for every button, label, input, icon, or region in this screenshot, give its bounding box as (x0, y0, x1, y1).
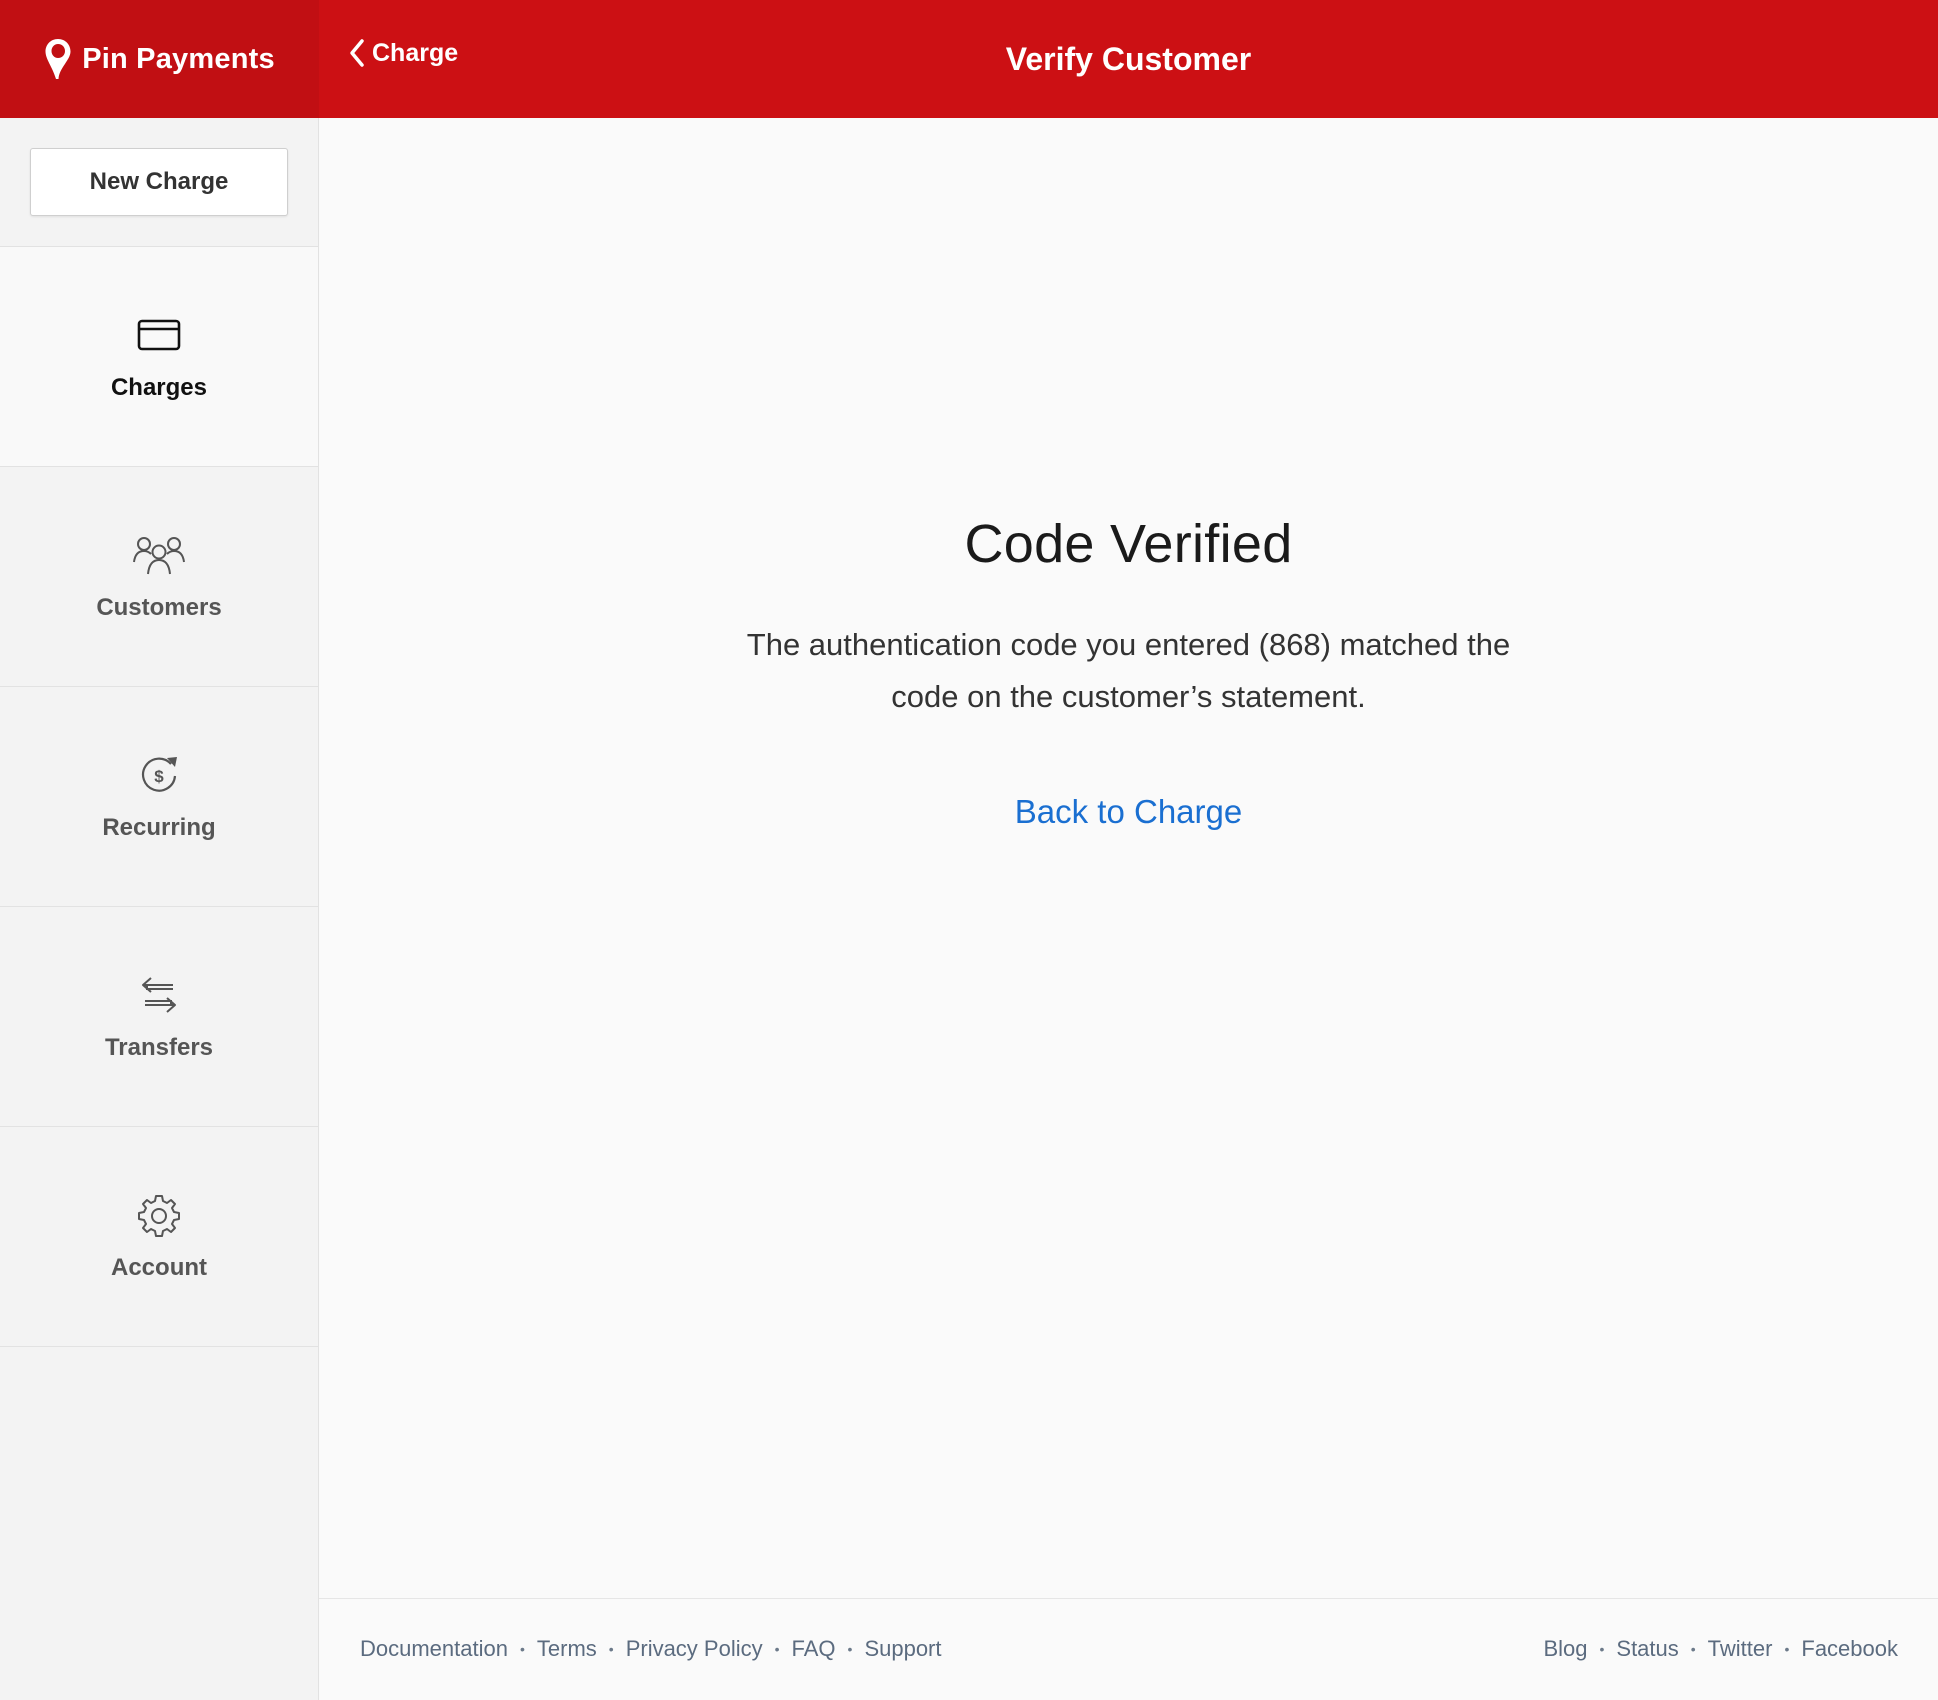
result-heading: Code Verified (964, 514, 1293, 574)
new-charge-button[interactable]: New Charge (30, 148, 288, 216)
back-label: Charge (372, 38, 459, 67)
footer-separator: • (1599, 1641, 1605, 1657)
footer-right-links: Blog • Status • Twitter • Facebook (1543, 1636, 1898, 1662)
pin-logo-icon (45, 39, 71, 79)
result-message: The authentication code you entered (868… (746, 627, 1511, 714)
credit-card-icon (137, 319, 181, 350)
footer-link-status[interactable]: Status (1616, 1636, 1678, 1662)
sidebar: New Charge Charges Customers $ Recurring (0, 118, 319, 1700)
footer-separator: • (847, 1641, 853, 1657)
footer-link-documentation[interactable]: Documentation (360, 1636, 508, 1662)
recurring-dollar-icon: $ (141, 756, 177, 792)
sidebar-item-label: Recurring (102, 813, 216, 841)
sidebar-item-charges[interactable]: Charges (0, 247, 318, 467)
new-charge-container: New Charge (0, 118, 318, 247)
footer-link-privacy-policy[interactable]: Privacy Policy (626, 1636, 763, 1662)
footer: Documentation • Terms • Privacy Policy •… (319, 1598, 1938, 1700)
back-to-charge-link[interactable]: Back to Charge (1015, 793, 1242, 831)
footer-link-twitter[interactable]: Twitter (1708, 1636, 1773, 1662)
brand-name: Pin Payments (82, 42, 275, 75)
footer-link-terms[interactable]: Terms (537, 1636, 597, 1662)
sidebar-item-label: Customers (96, 593, 222, 621)
transfer-arrows-icon (142, 976, 176, 1013)
main-content: Code Verified The authentication code yo… (319, 118, 1938, 1598)
sidebar-item-account[interactable]: Account (0, 1127, 318, 1347)
footer-link-faq[interactable]: FAQ (792, 1636, 836, 1662)
footer-separator: • (1784, 1641, 1790, 1657)
footer-separator: • (1690, 1641, 1696, 1657)
footer-link-support[interactable]: Support (864, 1636, 941, 1662)
sidebar-item-recurring[interactable]: $ Recurring (0, 687, 318, 907)
sidebar-item-label: Charges (110, 373, 208, 401)
svg-text:$: $ (154, 767, 164, 786)
footer-left-links: Documentation • Terms • Privacy Policy •… (360, 1636, 942, 1662)
brand-logo[interactable]: Pin Payments (0, 0, 319, 118)
verification-result: Code Verified The authentication code yo… (319, 513, 1938, 831)
footer-link-facebook[interactable]: Facebook (1801, 1636, 1898, 1662)
sidebar-item-transfers[interactable]: Transfers (0, 907, 318, 1127)
sidebar-item-label: Transfers (104, 1033, 214, 1061)
top-header: Pin Payments Charge Verify Customer (0, 0, 1938, 118)
chevron-left-icon (350, 39, 364, 67)
gear-icon (138, 1194, 180, 1237)
footer-separator: • (774, 1641, 780, 1657)
back-to-charge-nav[interactable]: Charge (348, 38, 458, 68)
page-title: Verify Customer (1005, 40, 1252, 77)
sidebar-item-label: Account (111, 1253, 207, 1281)
footer-separator: • (608, 1641, 614, 1657)
users-icon (133, 536, 185, 574)
sidebar-item-customers[interactable]: Customers (0, 467, 318, 687)
footer-separator: • (519, 1641, 525, 1657)
footer-link-blog[interactable]: Blog (1543, 1636, 1587, 1662)
